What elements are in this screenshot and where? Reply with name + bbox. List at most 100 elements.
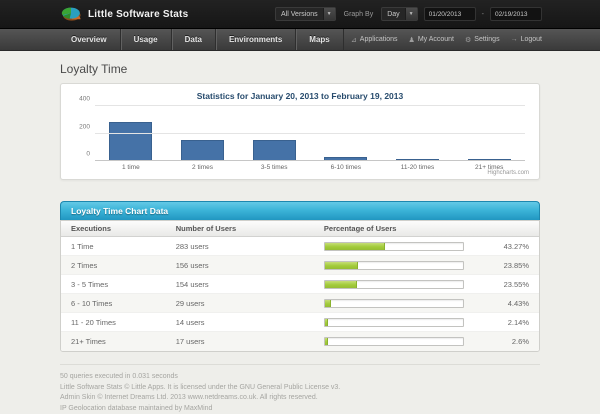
table-title-bar: Loyalty Time Chart Data [60, 201, 540, 220]
percentage-value: 2.14% [464, 318, 539, 327]
chart-y-tick-label: 200 [71, 123, 90, 130]
table-row: 11 - 20 Times14 users 2.14% [61, 313, 539, 332]
executions-cell: 2 Times [61, 261, 176, 270]
app-brand[interactable]: Little Software Stats [60, 7, 188, 22]
chart-y-tick-label: 0 [71, 151, 90, 158]
graph-by-select-value: Day [387, 11, 399, 18]
table-row: 6 - 10 Times29 users 4.43% [61, 294, 539, 313]
percentage-cell: 23.55% [324, 280, 539, 289]
date-range-separator: - [482, 11, 484, 18]
footer-line: IP Geolocation database maintained by Ma… [60, 404, 540, 414]
table-row: 1 Time283 users 43.27% [61, 237, 539, 256]
nav-utility-label: Logout [521, 36, 542, 43]
table-header-row: Executions Number of Users Percentage of… [61, 221, 539, 237]
nav-item-usage[interactable]: Usage [121, 29, 172, 50]
user-icon: ♟ [409, 36, 415, 44]
percentage-progress-bar [324, 280, 464, 289]
loyalty-data-table: Executions Number of Users Percentage of… [60, 220, 540, 352]
nav-item-environments[interactable]: Environments [216, 29, 296, 50]
table-row: 2 Times156 users23.85% [61, 256, 539, 275]
nav-utility-menu: ⊿Applications ♟My Account ⚙Settings →Logout [351, 29, 542, 50]
footer-line: 50 queries executed in 0.031 seconds [60, 372, 540, 383]
percentage-cell: 4.43% [324, 299, 539, 308]
chart-bar-column [453, 106, 525, 161]
nav-item-overview[interactable]: Overview [58, 29, 121, 50]
executions-cell: 21+ Times [61, 337, 176, 346]
pie-chart-logo-icon [60, 7, 82, 22]
executions-cell: 6 - 10 Times [61, 299, 176, 308]
date-from-input[interactable] [424, 7, 476, 21]
column-header-executions: Executions [61, 224, 176, 233]
executions-cell: 3 - 5 Times [61, 280, 176, 289]
percentage-progress-bar [324, 299, 464, 308]
percentage-cell: 2.6% [324, 337, 539, 346]
users-count-cell: 283 users [176, 242, 324, 251]
highcharts-credit-link[interactable]: Highcharts.com [487, 170, 529, 176]
chart-x-tick-label: 6-10 times [310, 164, 382, 171]
percentage-value: 4.43% [464, 299, 539, 308]
date-to-input[interactable] [490, 7, 542, 21]
users-count-cell: 29 users [176, 299, 324, 308]
gear-icon: ⚙ [465, 36, 471, 44]
nav-item-maps[interactable]: Maps [296, 29, 343, 50]
main-content: Loyalty Time Statistics for January 20, … [60, 62, 540, 352]
chart-bar-column [382, 106, 454, 161]
percentage-progress-bar [324, 337, 464, 346]
users-count-cell: 154 users [176, 280, 324, 289]
logout-arrow-icon: → [511, 36, 518, 43]
percentage-progress-fill [325, 338, 329, 345]
graph-by-select[interactable]: Day ▼ [381, 7, 417, 21]
header-controls: All Versions ▼ Graph By Day ▼ - [275, 7, 542, 21]
executions-cell: 11 - 20 Times [61, 318, 176, 327]
chart-bars [95, 106, 525, 161]
percentage-value: 2.6% [464, 337, 539, 346]
bar-chart-icon: ⊿ [351, 36, 357, 44]
versions-select[interactable]: All Versions ▼ [275, 7, 336, 21]
nav-utility-label: My Account [418, 36, 454, 43]
percentage-cell: 43.27% [324, 242, 539, 251]
nav-utility-label: Settings [474, 36, 499, 43]
executions-cell: 1 Time [61, 242, 176, 251]
column-header-number-of-users: Number of Users [176, 224, 324, 233]
chart-gridline [95, 105, 525, 106]
chart-x-tick-label: 1 time [95, 164, 167, 171]
nav-menu: OverviewUsageDataEnvironmentsMaps [58, 29, 344, 50]
chart-bar[interactable] [253, 140, 296, 161]
graph-by-label: Graph By [344, 11, 374, 18]
users-count-cell: 14 users [176, 318, 324, 327]
table-body: 1 Time283 users43.27%2 Times156 users23.… [61, 237, 539, 351]
percentage-progress-fill [325, 243, 385, 250]
chart-gridline [95, 160, 525, 161]
footer-line: Little Software Stats © Little Apps. It … [60, 383, 540, 394]
chart-x-tick-label: 3-5 times [238, 164, 310, 171]
chart-x-tick-label: 2 times [167, 164, 239, 171]
nav-utility-my-account[interactable]: ♟My Account [409, 36, 454, 44]
table-row: 21+ Times17 users 2.6% [61, 332, 539, 351]
chart-gridline [95, 133, 525, 134]
chevron-down-icon: ▼ [405, 8, 417, 20]
loyalty-table-section: Loyalty Time Chart Data Executions Numbe… [60, 201, 540, 352]
percentage-value: 23.55% [464, 280, 539, 289]
nav-utility-settings[interactable]: ⚙Settings [465, 36, 500, 44]
nav-utility-logout[interactable]: →Logout [511, 36, 542, 43]
chart-bar[interactable] [109, 122, 152, 161]
percentage-progress-fill [325, 300, 331, 307]
top-header-bar: Little Software Stats All Versions ▼ Gra… [0, 0, 600, 28]
chart-title: Statistics for January 20, 2013 to Febru… [71, 91, 529, 101]
chart-y-tick-label: 400 [71, 96, 90, 103]
percentage-progress-bar [324, 242, 464, 251]
chevron-down-icon: ▼ [323, 8, 335, 20]
chart-x-tick-label: 11-20 times [382, 164, 454, 171]
nav-item-data[interactable]: Data [172, 29, 216, 50]
nav-utility-applications[interactable]: ⊿Applications [351, 36, 398, 44]
page-footer: 50 queries executed in 0.031 secondsLitt… [60, 364, 540, 414]
chart-bar[interactable] [181, 140, 224, 161]
table-row: 3 - 5 Times154 users 23.55% [61, 275, 539, 294]
percentage-value: 43.27% [464, 242, 539, 251]
page-title: Loyalty Time [60, 62, 540, 76]
users-count-cell: 17 users [176, 337, 324, 346]
users-count-cell: 156 users [176, 261, 324, 270]
chart-plot-area: 0200400 [95, 106, 525, 161]
loyalty-chart-panel: Statistics for January 20, 2013 to Febru… [60, 83, 540, 180]
nav-utility-label: Applications [360, 36, 398, 43]
